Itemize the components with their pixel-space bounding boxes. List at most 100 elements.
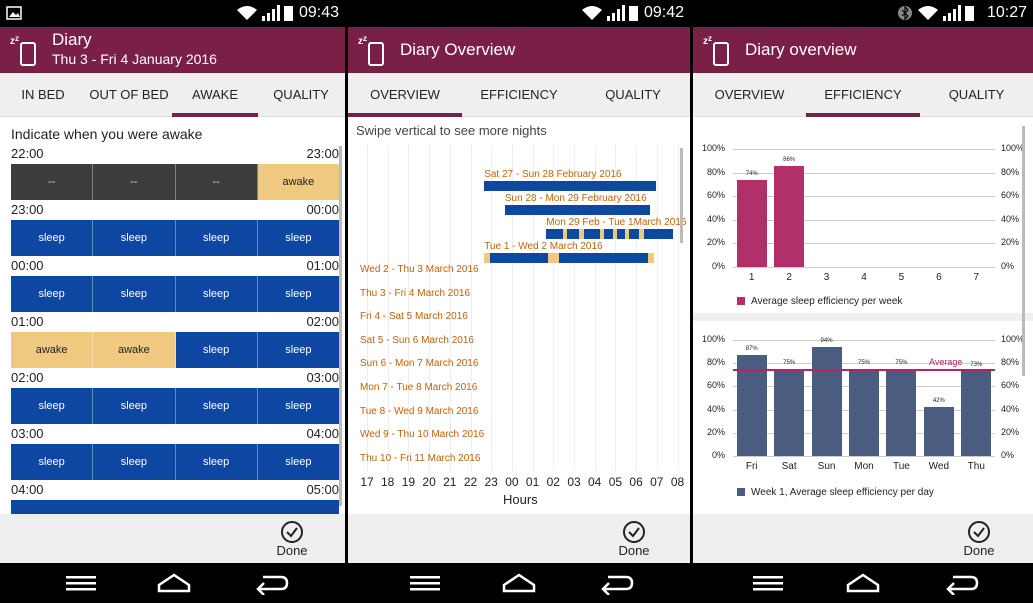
quarter-cell-sleep[interactable]: sleep xyxy=(175,444,258,480)
quarter-cell-sleep[interactable]: sleep xyxy=(257,332,339,368)
tab-overview[interactable]: OVERVIEW xyxy=(348,73,462,117)
menu-icon[interactable] xyxy=(66,571,96,595)
time-range-row: 23:00 00:00 xyxy=(11,202,339,218)
scrollbar[interactable] xyxy=(680,148,683,243)
tab-quality[interactable]: QUALITY xyxy=(920,73,1033,117)
hour-tick-label: 01 xyxy=(525,475,540,489)
app-bar: zz Diary overview xyxy=(693,27,1033,73)
y-tick-label-right: 40% xyxy=(1001,213,1020,224)
bar[interactable] xyxy=(774,165,805,267)
awake-segment xyxy=(484,253,491,263)
grid-line xyxy=(733,219,995,221)
grid-line xyxy=(733,456,995,457)
quarter-cell-sleep[interactable]: sleep xyxy=(11,388,94,424)
done-button[interactable]: Done xyxy=(262,521,322,558)
bar[interactable] xyxy=(811,346,842,456)
bar[interactable] xyxy=(774,369,805,456)
quarter-cell-sleep[interactable]: sleep xyxy=(257,220,339,256)
y-tick-label: 20% xyxy=(706,426,725,437)
bar[interactable] xyxy=(961,371,992,456)
grid-line xyxy=(470,145,472,470)
quarter-cell-dark[interactable]: -- xyxy=(93,164,176,200)
quarter-cell-sleep[interactable]: sleep xyxy=(93,276,176,312)
y-tick-label-right: 0% xyxy=(1001,261,1015,271)
status-bar: 09:43 xyxy=(0,0,345,27)
home-icon[interactable] xyxy=(502,571,536,595)
grid-line xyxy=(733,172,995,174)
quarter-cell-sleep[interactable]: sleep xyxy=(93,220,176,256)
quarter-cell-sleep[interactable]: sleep xyxy=(93,444,176,480)
tab-out-of-bed[interactable]: OUT OF BED xyxy=(86,73,172,117)
back-icon[interactable] xyxy=(255,571,289,595)
tab-active-indicator xyxy=(806,113,920,117)
hour-tick-label: 19 xyxy=(401,475,416,489)
battery-icon xyxy=(284,6,293,21)
bar-value-label: 75% xyxy=(895,360,908,366)
quarter-cell-sleep[interactable]: sleep xyxy=(11,444,94,480)
night-label: Sun 28 - Mon 29 February 2016 xyxy=(504,193,647,204)
bottom-bar: Done xyxy=(0,514,345,563)
menu-icon[interactable] xyxy=(410,571,440,595)
tab-bar: OVERVIEW EFFICIENCY QUALITY xyxy=(693,73,1033,117)
quarter-cell-awake[interactable]: awake xyxy=(257,164,339,200)
home-icon[interactable] xyxy=(846,571,880,595)
done-label: Done xyxy=(276,543,308,558)
quarter-cell-sleep[interactable]: sleep xyxy=(93,388,176,424)
bar[interactable] xyxy=(849,369,879,456)
time-from-label: 22:00 xyxy=(11,146,44,161)
grid-line xyxy=(733,267,995,268)
quarter-cell-sleep[interactable]: sleep xyxy=(175,332,258,368)
bar-value-label: 42% xyxy=(932,398,945,405)
night-label: Mon 7 - Tue 8 March 2016 xyxy=(360,382,478,393)
phone-diary-efficiency: 10:27 zz Diary overview OVERVIEW EFFICIE… xyxy=(693,0,1033,603)
done-button[interactable]: Done xyxy=(949,521,1009,558)
grid-line xyxy=(733,243,995,245)
x-tick-label: Sat xyxy=(781,461,797,472)
quarter-cell-sleep[interactable]: sleep xyxy=(175,220,258,256)
time-range-row: 00:00 01:00 xyxy=(11,258,339,274)
tab-efficiency[interactable]: EFFICIENCY xyxy=(806,73,920,117)
tab-awake[interactable]: AWAKE xyxy=(172,73,258,117)
y-tick-label-right: 80% xyxy=(1001,357,1020,368)
scrollbar[interactable] xyxy=(1022,126,1025,376)
y-tick-label-right: 60% xyxy=(1001,380,1020,391)
quarter-cell-sleep[interactable]: sleep xyxy=(257,388,339,424)
scrollbar[interactable] xyxy=(339,146,342,506)
app-bar: zz Diary Thu 3 - Fri 4 January 2016 xyxy=(0,27,345,73)
tab-in-bed[interactable]: IN BED xyxy=(0,73,86,117)
tab-overview[interactable]: OVERVIEW xyxy=(693,73,806,117)
back-icon[interactable] xyxy=(600,571,634,595)
sleep-bar[interactable] xyxy=(504,205,650,215)
wifi-icon xyxy=(237,6,257,20)
quarter-cell-sleep[interactable]: sleep xyxy=(257,444,339,480)
quarter-cell-sleep[interactable]: sleep xyxy=(175,388,258,424)
bar-value-label: 75% xyxy=(857,360,870,366)
sleep-bar[interactable] xyxy=(484,253,654,263)
quarter-cell-dark[interactable]: -- xyxy=(175,164,258,200)
y-tick-label-right: 100% xyxy=(1001,143,1025,153)
bar[interactable] xyxy=(923,407,954,456)
tab-efficiency[interactable]: EFFICIENCY xyxy=(462,73,576,117)
time-to-label: 05:00 xyxy=(306,482,339,497)
tab-awake-label: AWAKE xyxy=(192,87,238,102)
quarter-cell-sleep[interactable]: sleep xyxy=(257,276,339,312)
bar[interactable] xyxy=(886,369,917,456)
quarter-cell-sleep[interactable]: sleep xyxy=(11,220,94,256)
wifi-icon xyxy=(582,6,602,20)
sleep-bar[interactable] xyxy=(484,181,656,191)
tab-quality[interactable]: QUALITY xyxy=(576,73,690,117)
bar[interactable] xyxy=(736,179,767,267)
home-icon[interactable] xyxy=(157,571,191,595)
quarter-cell-sleep[interactable]: sleep xyxy=(175,276,258,312)
sleep-bar[interactable] xyxy=(546,229,673,239)
quarter-cell-awake[interactable]: awake xyxy=(93,332,176,368)
quarter-cell-dark[interactable]: -- xyxy=(11,164,94,200)
tab-quality[interactable]: QUALITY xyxy=(258,73,344,117)
quarter-cell-awake[interactable]: awake xyxy=(11,332,94,368)
awake-segment xyxy=(548,253,559,263)
quarter-cell-sleep[interactable]: sleep xyxy=(11,276,94,312)
menu-icon[interactable] xyxy=(753,571,783,595)
quarter-hour-cells: sleep sleep sleep sleep xyxy=(11,444,339,480)
back-icon[interactable] xyxy=(945,571,979,595)
done-button[interactable]: Done xyxy=(604,521,664,558)
